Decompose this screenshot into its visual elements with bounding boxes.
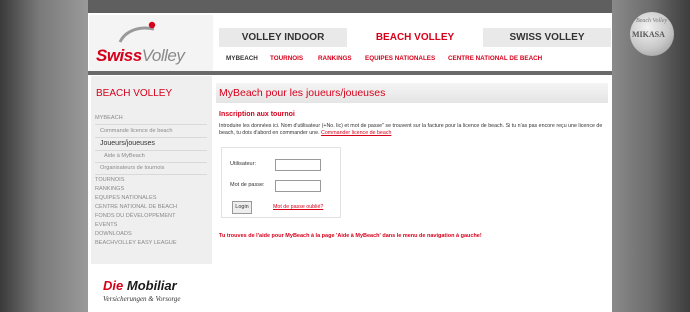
password-label: Mot de passe: — [230, 182, 265, 188]
swiss-volley-swoosh-icon — [118, 21, 156, 43]
sidebar-item-tournois[interactable]: TOURNOIS — [95, 177, 124, 183]
mobiliar-die: Die — [103, 278, 124, 293]
logo-volley: Volley — [141, 46, 185, 65]
sidebar-item-joueurs[interactable]: Joueurs/joueuses — [100, 140, 155, 147]
intro-paragraph: Introduire les données ici. Nom d'utilis… — [219, 123, 607, 137]
sidebar-item-easy-league[interactable]: BEACHVOLLEY EASY LEAGUE — [95, 240, 177, 246]
tab-beach-volley[interactable]: BEACH VOLLEY — [351, 28, 479, 47]
help-text: Tu trouves de l'aide pour MyBeach à la p… — [219, 233, 482, 239]
sidebar-item-events[interactable]: EVENTS — [95, 222, 117, 228]
sidebar-item-aide-mybeach[interactable]: Aide à MyBeach — [104, 153, 145, 159]
password-input[interactable] — [275, 180, 321, 192]
tab-volley-indoor[interactable]: VOLLEY INDOOR — [219, 28, 347, 47]
intro-text: Introduire les données ici. Nom d'utilis… — [219, 123, 603, 136]
subnav-mybeach[interactable]: MYBEACH — [226, 55, 258, 62]
login-button[interactable]: Login — [232, 201, 252, 214]
sub-navigation: MYBEACH TOURNOIS RANKINGS EQUIPES NATION… — [219, 47, 611, 71]
subnav-centre-national[interactable]: CENTRE NATIONAL DE BEACH — [448, 55, 542, 62]
mobiliar-tagline: Versicherungen & Vorsorge — [103, 295, 181, 303]
sidebar-divider — [95, 137, 207, 138]
subnav-rankings[interactable]: RANKINGS — [318, 55, 352, 62]
sidebar-divider — [95, 124, 207, 125]
main-tabs: VOLLEY INDOOR BEACH VOLLEY SWISS VOLLEY — [219, 28, 611, 47]
sidebar-item-rankings[interactable]: RANKINGS — [95, 186, 124, 192]
page-title: MyBeach pour les joueurs/joueuses — [219, 87, 386, 99]
sidebar-item-organisateurs[interactable]: Organisateurs de tournois — [100, 165, 164, 171]
sidebar-divider — [95, 162, 207, 163]
ball-brand-text: MIKASA — [632, 30, 665, 39]
sidebar-title: BEACH VOLLEY — [96, 88, 173, 99]
subnav-tournois[interactable]: TOURNOIS — [270, 55, 303, 62]
swiss-volley-logo[interactable]: SwissVolley — [96, 46, 185, 66]
volleyball-image: Beach Volley MIKASA — [630, 12, 674, 56]
mobiliar-name: Mobiliar — [126, 278, 177, 293]
mobiliar-brand: Die Mobiliar — [103, 278, 177, 293]
sidebar-item-mybeach[interactable]: MYBEACH — [95, 115, 123, 121]
sidebar-divider — [95, 150, 207, 151]
background-left-photo — [0, 0, 88, 312]
commander-licence-link[interactable]: Commander licence de beach — [321, 130, 391, 136]
forgot-password-link[interactable]: Mot de passe oublié? — [273, 204, 323, 210]
logo-swiss: Swiss — [96, 46, 142, 65]
sidebar-divider — [95, 174, 207, 175]
divider-bar — [88, 71, 612, 75]
username-input[interactable] — [275, 159, 321, 171]
sidebar-item-downloads[interactable]: DOWNLOADS — [95, 231, 132, 237]
sidebar-item-commande-licence[interactable]: Commande licence de beach — [100, 128, 172, 134]
ball-script-text: Beach Volley — [636, 18, 668, 24]
sidebar-item-fonds[interactable]: FONDS DU DÉVELOPPEMENT — [95, 213, 176, 219]
subnav-equipes-nationales[interactable]: EQUIPES NATIONALES — [365, 55, 435, 62]
sidebar-item-equipes-nationales[interactable]: EQUIPES NATIONALES — [95, 195, 156, 201]
tab-swiss-volley[interactable]: SWISS VOLLEY — [483, 28, 611, 47]
section-title: Inscription aux tournoi — [219, 111, 295, 118]
sidebar-item-centre-national[interactable]: CENTRE NATIONAL DE BEACH — [95, 204, 177, 210]
username-label: Utilisateur: — [230, 161, 256, 167]
